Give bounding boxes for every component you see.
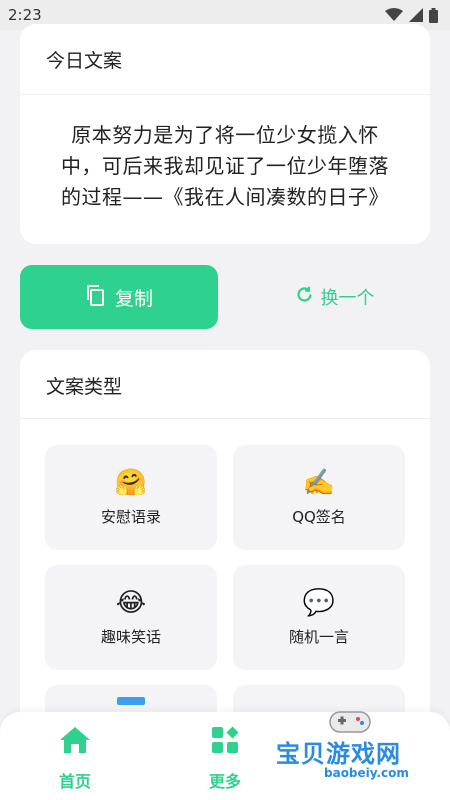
type-tile-label: QQ签名	[292, 508, 346, 526]
nav-more-label: 更多	[208, 772, 241, 791]
speech-bubble-icon: 💬	[302, 588, 336, 618]
laughing-face-icon: 😂	[115, 588, 147, 618]
partial-tile-icon	[117, 697, 145, 705]
type-tile-comfort[interactable]: 🤗 安慰语录	[45, 445, 217, 550]
types-card-title: 文案类型	[46, 376, 123, 398]
wifi-icon	[385, 8, 403, 22]
nav-home[interactable]: 首页	[35, 726, 115, 792]
quote-text: 原本努力是为了将一位少女揽入怀中，可后来我却见证了一位少年堕落的过程——《我在人…	[61, 123, 389, 209]
type-tile-random-quote[interactable]: 💬 随机一言	[233, 565, 405, 670]
refresh-icon	[296, 286, 313, 308]
type-tile-label: 安慰语录	[100, 508, 161, 526]
nav-home-label: 首页	[58, 772, 91, 791]
copy-icon	[85, 284, 105, 311]
signal-icon	[409, 8, 423, 22]
watermark-url: baobeiy.com	[324, 766, 409, 780]
quote-card-title: 今日文案	[46, 50, 123, 72]
status-time: 2:23	[8, 6, 42, 24]
type-tile-label: 随机一言	[288, 628, 349, 646]
copy-button[interactable]: 复制	[20, 265, 218, 329]
copy-label: 复制	[114, 287, 153, 310]
quote-card-divider	[20, 94, 430, 95]
type-tile-qq-signature[interactable]: ✍️ QQ签名	[233, 445, 405, 550]
watermark: 宝贝游戏网 baobeiy.com	[272, 700, 442, 790]
types-card-divider	[20, 418, 430, 419]
swap-button[interactable]: 换一个	[260, 265, 410, 329]
swap-label: 换一个	[320, 288, 375, 309]
battery-icon	[429, 7, 438, 23]
type-tile-jokes[interactable]: 😂 趣味笑话	[45, 565, 217, 670]
writing-hand-icon: ✍️	[302, 468, 336, 498]
hugging-face-icon: 🤗	[114, 468, 148, 498]
home-icon	[59, 726, 91, 758]
apps-icon	[211, 726, 239, 758]
status-icons	[385, 7, 438, 23]
type-tile-label: 趣味笑话	[100, 628, 161, 646]
watermark-text: 宝贝游戏网	[276, 740, 401, 768]
today-quote-card: 今日文案 原本努力是为了将一位少女揽入怀中，可后来我却见证了一位少年堕落的过程—…	[20, 24, 430, 244]
nav-more[interactable]: 更多	[185, 726, 265, 792]
